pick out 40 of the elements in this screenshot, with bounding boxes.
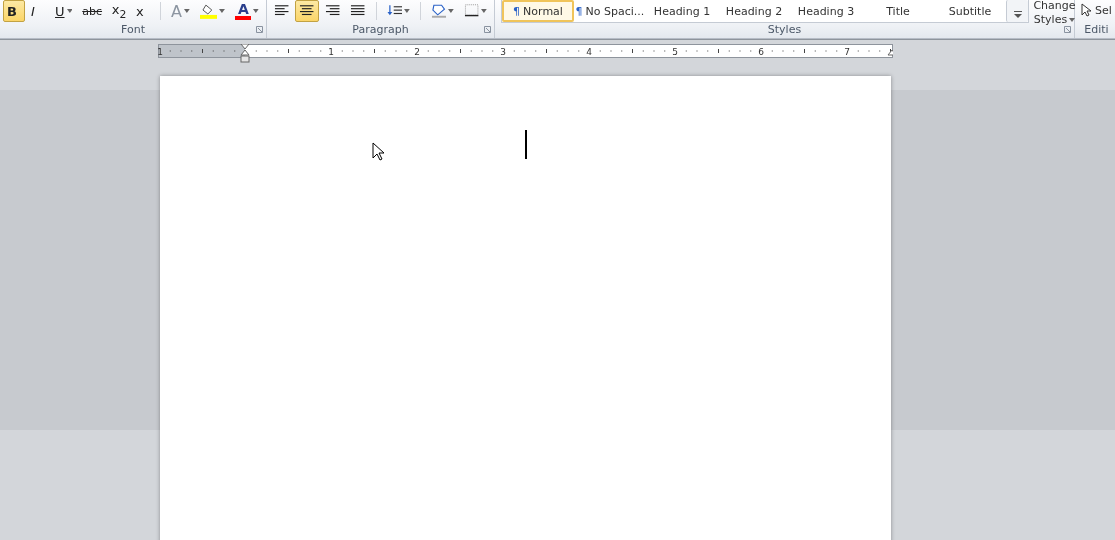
style-item[interactable]: Heading 1 [646,0,718,22]
group-label: Styles [767,24,802,38]
ruler-number: 1 [328,47,334,57]
bold-button[interactable]: B [3,0,25,22]
group-label: Paragraph [352,24,409,38]
mouse-pointer-icon [372,142,384,161]
strikethrough-button[interactable]: abc [78,0,106,22]
ruler-number: 6 [758,47,764,57]
style-item[interactable]: Heading 2 [718,0,790,22]
pointer-icon [1081,3,1091,17]
ruler-number: 3 [500,47,506,57]
style-item[interactable]: Subtitle [934,0,1006,22]
group-label: Font [121,24,145,38]
dialog-launcher-icon[interactable] [484,26,491,33]
italic-button[interactable]: I [27,0,49,22]
style-item[interactable]: Heading 3 [790,0,862,22]
group-label: Editi [1084,24,1109,38]
change-styles-button[interactable]: Change Styles [1035,0,1074,24]
gallery-more-button[interactable] [1006,0,1028,22]
align-button[interactable] [295,0,319,22]
underline-button[interactable]: U [51,0,77,22]
font-color-button[interactable]: A [231,0,263,22]
style-item[interactable]: ¶ Normal [502,0,574,22]
ruler-number: 2 [414,47,420,57]
dialog-launcher-icon[interactable] [256,26,263,33]
border-grid-icon [463,3,480,19]
clear-format-button[interactable]: x [132,0,155,22]
style-item[interactable]: Title [862,0,934,22]
right-indent-marker[interactable] [887,49,893,56]
more-arrow-icon [1013,11,1022,18]
style-item[interactable]: ¶ No Spaci... [574,0,646,22]
ruler-number: 7 [844,47,850,57]
dropdown-arrow-icon [1069,18,1076,22]
ruler-number: 1 [158,47,163,57]
select-button[interactable]: Sel [1075,0,1115,20]
dialog-launcher-icon[interactable] [1064,26,1071,33]
ruler-number: 5 [672,47,678,57]
indent-marker[interactable] [240,44,250,63]
ruler-number: 4 [586,47,592,57]
subscript-button[interactable]: x$_{2}$ [107,0,131,22]
